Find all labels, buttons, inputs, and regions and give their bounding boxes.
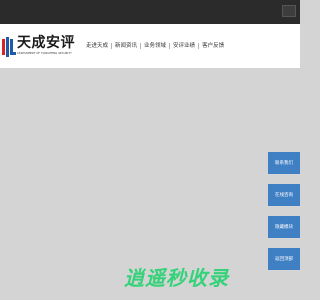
nav-divider	[140, 43, 142, 49]
hide-module-button[interactable]: 隐藏模块	[268, 216, 300, 238]
main-nav: 走进天成 新闻资讯 业务领域 安评业绩 客户反馈	[86, 42, 224, 50]
logo-title: 天成安评	[17, 35, 75, 51]
watermark: 逍遥秒收录	[124, 266, 229, 290]
search-icon[interactable]	[282, 5, 296, 17]
nav-divider	[198, 43, 200, 49]
nav-item-news[interactable]: 新闻资讯	[115, 42, 137, 50]
nav-item-feedback[interactable]: 客户反馈	[202, 42, 224, 50]
logo-mark-icon	[2, 37, 16, 57]
nav-item-about[interactable]: 走进天成	[86, 42, 108, 50]
logo-subtitle: ASSESSMENT OF TIANCHENG SECURITY	[17, 52, 72, 55]
top-bar	[0, 0, 300, 24]
nav-item-business[interactable]: 业务领域	[144, 42, 166, 50]
nav-divider	[111, 43, 113, 49]
back-to-top-button[interactable]: 返回顶部	[268, 248, 300, 270]
floating-sidebar: 联系我们 在线咨询 隐藏模块 返回顶部	[268, 152, 300, 270]
nav-item-performance[interactable]: 安评业绩	[173, 42, 195, 50]
nav-divider	[169, 43, 171, 49]
online-consult-button[interactable]: 在线咨询	[268, 184, 300, 206]
contact-us-button[interactable]: 联系我们	[268, 152, 300, 174]
logo[interactable]: 天成安评 ASSESSMENT OF TIANCHENG SECURITY	[2, 35, 75, 67]
